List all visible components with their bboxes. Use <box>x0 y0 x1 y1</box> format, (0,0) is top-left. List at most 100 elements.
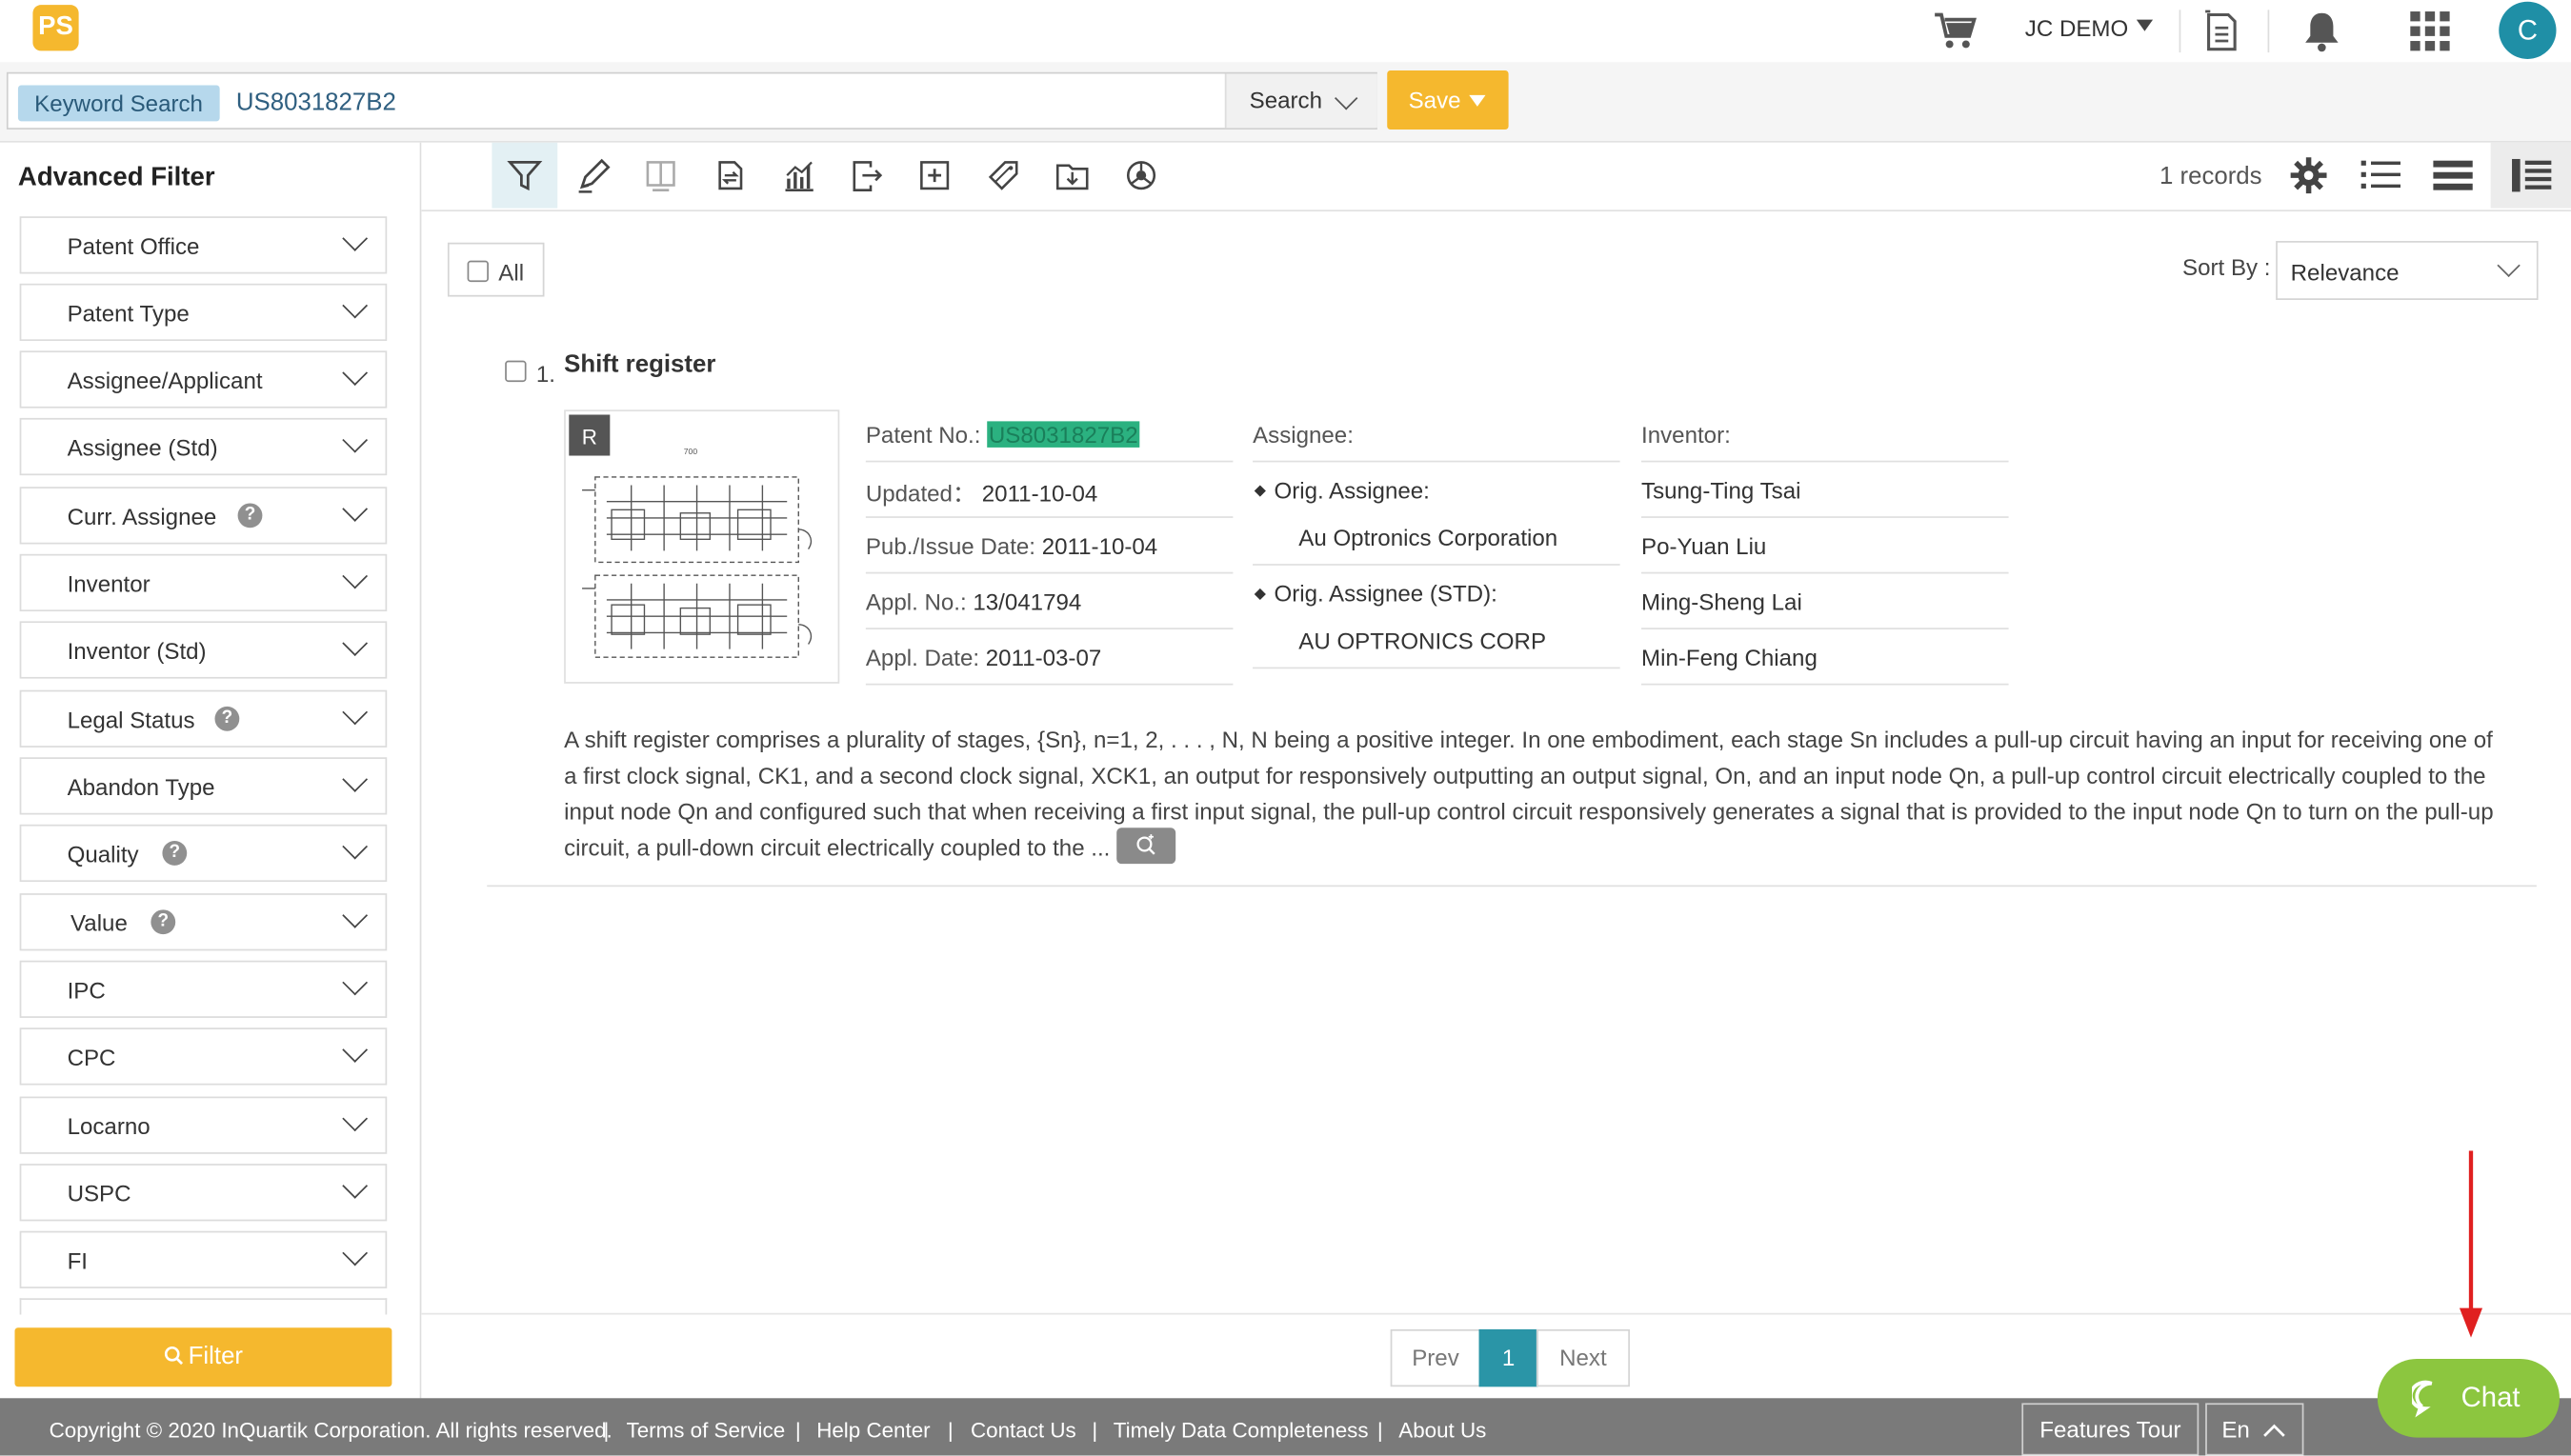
search-box[interactable]: Keyword Search US8031827B2 Search <box>6 71 1377 130</box>
result-checkbox[interactable] <box>505 360 527 383</box>
help-icon[interactable]: ? <box>237 503 263 529</box>
compare-icon[interactable] <box>628 143 693 209</box>
list-view-icon[interactable] <box>2348 143 2414 209</box>
contact-us-link[interactable]: Contact Us <box>971 1418 1076 1443</box>
filter-assignee-std[interactable]: Assignee (Std) <box>19 417 388 476</box>
result-title[interactable]: Shift register <box>564 350 715 378</box>
inventor-name[interactable]: Min-Feng Chiang <box>1641 644 1818 670</box>
inventor-name[interactable]: Ming-Sheng Lai <box>1641 588 1802 615</box>
filter-curr-assignee[interactable]: Curr. Assignee ? <box>19 487 388 545</box>
search-type-tag[interactable]: Keyword Search <box>17 85 220 122</box>
save-button[interactable]: Save <box>1387 70 1509 130</box>
filter-inventor-std[interactable]: Inventor (Std) <box>19 621 388 679</box>
chat-button[interactable]: Chat <box>2377 1358 2560 1438</box>
filter-label: Inventor (Std) <box>67 637 207 665</box>
inventor-name[interactable]: Po-Yuan Liu <box>1641 532 1766 559</box>
terms-of-service-link[interactable]: Terms of Service <box>627 1418 786 1443</box>
filter-locarno[interactable]: Locarno <box>19 1096 388 1154</box>
filter-abandon-type[interactable]: Abandon Type <box>19 757 388 815</box>
highlight-pen-icon[interactable] <box>561 143 627 209</box>
about-us-link[interactable]: About Us <box>1398 1418 1486 1443</box>
orig-assignee-label: Orig. Assignee: <box>1274 476 1430 504</box>
expand-abstract-button[interactable] <box>1116 828 1176 865</box>
select-all-control[interactable]: All <box>447 242 545 297</box>
patent-no-label: Patent No.: <box>865 421 981 448</box>
folder-save-icon[interactable] <box>1039 143 1105 209</box>
user-avatar[interactable]: C <box>2499 1 2557 59</box>
filter-uspc[interactable]: USPC <box>19 1164 388 1222</box>
sort-by-select[interactable]: Relevance <box>2276 241 2539 300</box>
patent-no-value[interactable]: US8031827B2 <box>987 421 1140 448</box>
sort-by-label: Sort By : <box>2182 253 2271 281</box>
chart-icon[interactable] <box>766 143 832 209</box>
user-menu-name[interactable]: JC DEMO <box>2025 14 2128 41</box>
filter-inventor[interactable]: Inventor <box>19 553 388 612</box>
pub-date-field: Pub./Issue Date: 2011-10-04 <box>866 532 1157 559</box>
updated-value: 2011-10-04 <box>981 480 1098 507</box>
divider <box>865 683 1234 686</box>
pub-date-label: Pub./Issue Date: <box>865 532 1036 559</box>
settings-gear-icon[interactable] <box>2276 143 2341 209</box>
filter-patent-office[interactable]: Patent Office <box>19 216 388 274</box>
user-menu-caret-icon[interactable] <box>2136 19 2154 31</box>
filter-patent-type[interactable]: Patent Type <box>19 283 388 342</box>
caret-down-icon <box>1469 94 1486 107</box>
language-selector[interactable]: En <box>2205 1403 2304 1456</box>
prev-page-button[interactable]: Prev <box>1390 1328 1481 1387</box>
filter-cpc[interactable]: CPC <box>19 1027 388 1086</box>
filter-ipc[interactable]: IPC <box>19 960 388 1018</box>
export-icon[interactable] <box>833 143 898 209</box>
chevron-down-icon <box>342 360 369 386</box>
compact-view-icon[interactable] <box>2420 143 2486 209</box>
filter-quality[interactable]: Quality ? <box>19 824 388 883</box>
filter-label: CPC <box>67 1044 116 1071</box>
search-input[interactable]: US8031827B2 <box>236 89 396 116</box>
inventor-heading: Inventor: <box>1641 421 1731 448</box>
bell-icon[interactable] <box>2300 9 2343 54</box>
help-icon[interactable]: ? <box>214 706 240 731</box>
footer-separator: | <box>603 1417 610 1443</box>
select-all-checkbox[interactable] <box>467 260 489 283</box>
help-center-link[interactable]: Help Center <box>816 1418 930 1443</box>
appl-no-label: Appl. No.: <box>865 588 967 615</box>
next-page-button[interactable]: Next <box>1536 1328 1630 1387</box>
search-bar-row: Keyword Search US8031827B2 Search Save <box>0 62 2571 143</box>
annotation-arrow-icon <box>2459 1150 2483 1338</box>
help-icon[interactable]: ? <box>162 841 188 866</box>
patent-drawing-thumbnail[interactable]: R 700 <box>564 409 840 684</box>
apps-grid-icon[interactable] <box>2407 9 2453 54</box>
filter-value[interactable]: Value ? <box>19 893 388 951</box>
filter-icon[interactable] <box>492 142 558 209</box>
filter-fi[interactable]: FI <box>19 1230 388 1288</box>
cart-icon[interactable] <box>1932 10 1978 52</box>
assignee-label: Assignee: <box>1253 421 1354 448</box>
page-1-button[interactable]: 1 <box>1478 1328 1538 1387</box>
filter-label: Abandon Type <box>67 773 215 800</box>
features-tour-button[interactable]: Features Tour <box>2021 1403 2199 1456</box>
patentsight-logo[interactable]: PS <box>32 5 79 51</box>
search-button[interactable]: Search <box>1224 73 1377 129</box>
footer-separator: | <box>1092 1417 1098 1443</box>
share-icon[interactable] <box>1109 143 1175 209</box>
chat-bubble-icon <box>2412 1380 2433 1418</box>
add-icon[interactable] <box>902 143 968 209</box>
divider <box>1641 516 2009 518</box>
detail-view-icon[interactable] <box>2490 142 2571 209</box>
orig-assignee-value[interactable]: Au Optronics Corporation <box>1298 525 1557 551</box>
report-icon[interactable] <box>2202 9 2241 54</box>
save-button-label: Save <box>1408 87 1461 113</box>
divider <box>1253 667 1620 669</box>
footer: Copyright © 2020 InQuartik Corporation. … <box>0 1398 2571 1456</box>
apply-filter-button[interactable]: Filter <box>14 1327 392 1387</box>
orig-assignee-std-value[interactable]: AU OPTRONICS CORP <box>1298 628 1546 654</box>
timely-data-completeness-link[interactable]: Timely Data Completeness <box>1114 1418 1369 1443</box>
advanced-filter-title: Advanced Filter <box>17 164 215 192</box>
svg-text:700: 700 <box>684 447 698 456</box>
orig-assignee-std-label: Orig. Assignee (STD): <box>1274 580 1497 607</box>
filter-assignee-applicant[interactable]: Assignee/Applicant <box>19 350 388 409</box>
tag-icon[interactable] <box>971 143 1036 209</box>
inventor-name[interactable]: Tsung-Ting Tsai <box>1641 477 1800 504</box>
help-icon[interactable]: ? <box>151 909 176 935</box>
transfer-icon[interactable] <box>697 143 763 209</box>
filter-legal-status[interactable]: Legal Status ? <box>19 689 388 748</box>
